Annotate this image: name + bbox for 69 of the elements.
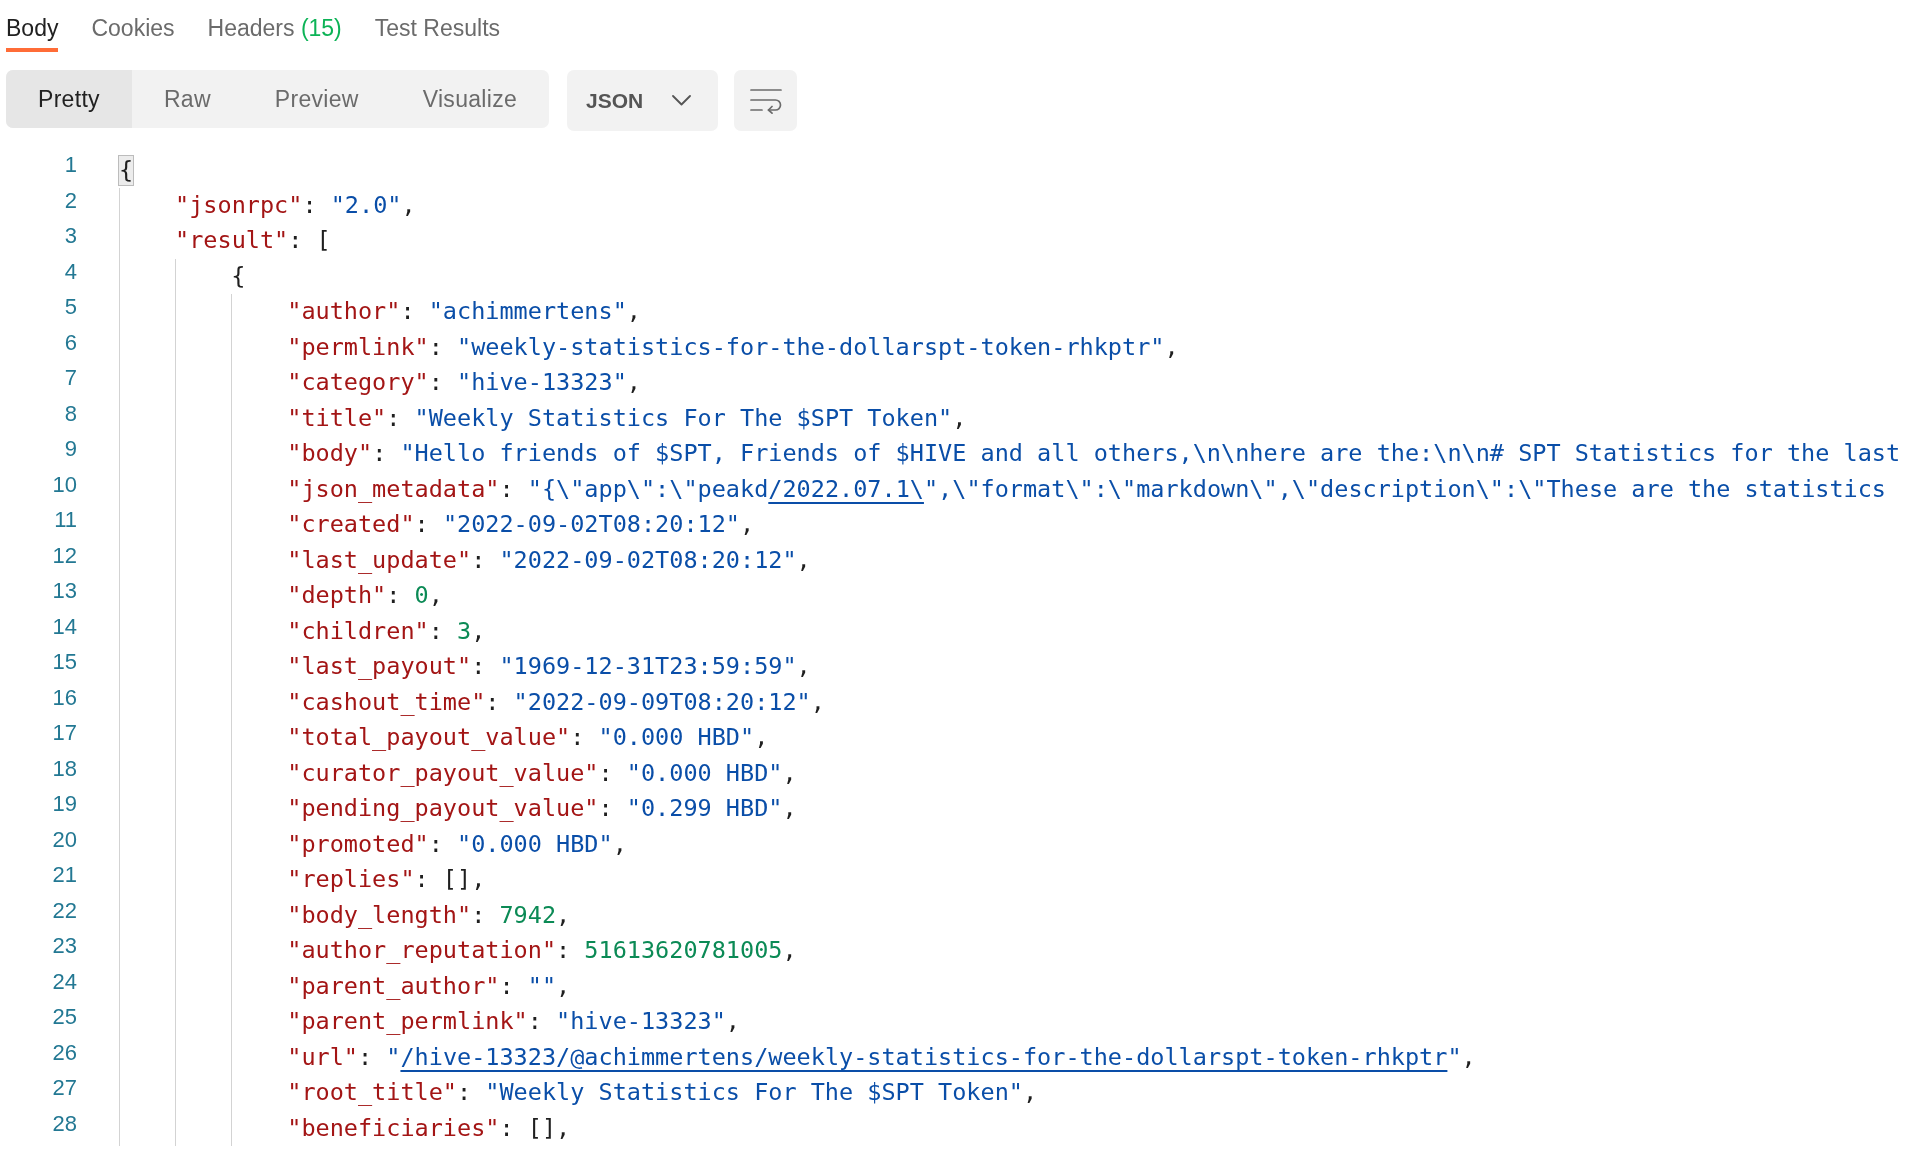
line-number: 27 xyxy=(52,1075,77,1102)
code-line: "curator_payout_value": "0.000 HBD", xyxy=(287,757,797,789)
line-number: 14 xyxy=(52,613,77,641)
code-line: "parent_permlink": "hive-13323", xyxy=(287,1006,740,1037)
view-mode-tab[interactable]: Pretty xyxy=(6,70,132,128)
line-number: 3 xyxy=(64,223,77,250)
line-number: 4 xyxy=(64,258,77,286)
line-number: 10 xyxy=(52,471,77,499)
code-line: "last_update": "2022-09-02T08:20:12", xyxy=(287,544,811,576)
line-number: 1 xyxy=(64,152,77,179)
line-number: 12 xyxy=(52,542,77,570)
line-number: 26 xyxy=(52,1039,77,1067)
line-number: 23 xyxy=(52,933,77,960)
tab[interactable]: Body xyxy=(6,0,59,52)
line-number: 28 xyxy=(52,1110,77,1138)
chevron-down-icon xyxy=(672,95,692,106)
line-number: 2 xyxy=(64,187,77,215)
format-dropdown[interactable]: JSON xyxy=(567,70,719,131)
line-number: 22 xyxy=(52,897,77,925)
tab[interactable]: Headers (15) xyxy=(207,0,342,52)
code-line: "promoted": "0.000 HBD", xyxy=(287,828,627,860)
code-line: "title": "Weekly Statistics For The $SPT Token", xyxy=(287,402,967,434)
link[interactable]: /hive-13323/@achimmertens/weekly-statistics-for-the-dollarspt-token-rhkptr xyxy=(400,1042,1448,1071)
line-number: 20 xyxy=(52,826,77,854)
line-number: 17 xyxy=(52,720,77,747)
line-number: 8 xyxy=(64,400,77,428)
code-line: "category": "hive-13323", xyxy=(287,367,641,398)
line-number: 13 xyxy=(52,578,77,605)
code-line: "cashout_time": "2022-09-09T08:20:12", xyxy=(287,686,825,718)
line-number: 19 xyxy=(52,791,77,818)
view-mode-tab[interactable]: Raw xyxy=(131,70,243,128)
code-line: "author": "achimmertens", xyxy=(287,296,641,327)
line-number: 15 xyxy=(52,649,77,676)
view-mode-tab[interactable]: Visualize xyxy=(390,70,550,128)
line-number: 7 xyxy=(64,365,77,392)
tab[interactable]: Test Results xyxy=(374,0,501,52)
code-line: "jsonrpc": "2.0", xyxy=(175,189,416,221)
code-line: "result": [ xyxy=(175,225,331,256)
code-line: "children": 3, xyxy=(287,615,486,647)
wrap-lines-button[interactable] xyxy=(734,70,798,131)
link[interactable]: /2022.07.1\ xyxy=(768,474,924,503)
code-line: "permlink": "weekly-statistics-for-the-dollarspt-token-rhkptr", xyxy=(287,331,1179,363)
line-number: 6 xyxy=(64,329,77,357)
code-line: "last_payout": "1969-12-31T23:59:59", xyxy=(287,651,811,682)
code-line: "url": "/hive-13323/@achimmertens/weekly-statistics-for-the-dollarspt-token-rhkptr", xyxy=(287,1041,1476,1073)
code-line: "body": "Hello friends of $SPT, Friends of $HIVE and all others,\n\nhere are the:\n\n# SPT Statistics for the last xyxy=(287,438,1901,469)
code-line: "body_length": 7942, xyxy=(287,899,571,931)
code-line: "beneficiaries": [], xyxy=(287,1112,571,1144)
code-line: "parent_author": "", xyxy=(287,970,571,1002)
code-line: "author_reputation": 51613620781005, xyxy=(287,935,797,966)
view-mode-tab[interactable]: Preview xyxy=(242,70,391,128)
line-number: 25 xyxy=(52,1004,77,1031)
line-number: 24 xyxy=(52,968,77,996)
code-line: "json_metadata": "{\"app\":\"peakd/2022.07.1\",\"format\":\"markdown\",\"description\":\"These are the statistics xyxy=(287,473,1886,505)
code-line: "root_title": "Weekly Statistics For The $SPT Token", xyxy=(287,1077,1038,1108)
line-number: 21 xyxy=(52,862,77,889)
code-line: "pending_payout_value": "0.299 HBD", xyxy=(287,793,797,824)
line-number: 5 xyxy=(64,294,77,321)
code-line: "replies": [], xyxy=(287,864,486,895)
line-number: 11 xyxy=(54,507,77,534)
code-line: "total_payout_value": "0.000 HBD", xyxy=(287,722,769,753)
wrap-lines-icon xyxy=(749,87,782,114)
code-line: { xyxy=(231,260,246,292)
tab[interactable]: Cookies xyxy=(91,0,175,52)
code-line: "created": "2022-09-02T08:20:12", xyxy=(287,509,755,540)
code-line: "depth": 0, xyxy=(287,580,443,611)
line-number: 16 xyxy=(52,684,77,712)
line-number: 9 xyxy=(64,436,77,463)
line-number: 18 xyxy=(52,755,77,783)
